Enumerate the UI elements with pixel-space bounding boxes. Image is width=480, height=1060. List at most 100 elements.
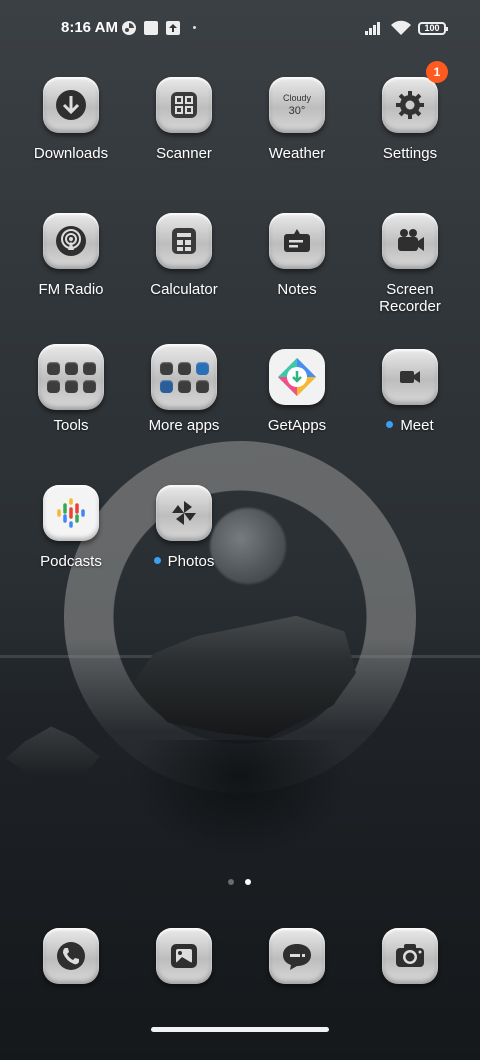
settings-tile[interactable]: 1 [382, 61, 448, 133]
more-notifications-dot [193, 26, 196, 29]
scan-frame-icon [171, 92, 197, 118]
app-podcasts[interactable]: Podcasts [19, 485, 123, 571]
folder-icon [46, 361, 96, 393]
notification-badge: 1 [426, 61, 448, 83]
new-app-dot [386, 420, 394, 428]
page-dot-1[interactable] [228, 879, 234, 885]
getapps-tile[interactable] [269, 349, 325, 405]
calculator-tile[interactable] [156, 213, 212, 269]
status-bar: 8:16 AM 100 [0, 16, 480, 40]
dock-phone[interactable] [43, 928, 99, 984]
gallery-icon [171, 944, 197, 968]
app-label: Notes [277, 281, 317, 298]
podcasts-tile[interactable] [43, 485, 99, 541]
photos-tile[interactable] [156, 485, 212, 541]
folder-mini-app [159, 379, 173, 393]
app-meet[interactable]: Meet [358, 349, 462, 435]
folder-mini-app [82, 379, 96, 393]
scanner-tile[interactable] [156, 77, 212, 133]
folder-more-apps[interactable]: More apps [132, 344, 236, 435]
status-time: 8:16 AM [61, 19, 118, 36]
folder-mini-app [64, 379, 78, 393]
getapps-icon [278, 358, 316, 396]
app-label: Downloads [33, 145, 109, 162]
gallery-tile[interactable] [156, 928, 212, 984]
app-label: Photos [167, 553, 215, 570]
app-label: FM Radio [38, 281, 104, 298]
folder-mini-app [82, 361, 96, 375]
folder-mini-app [177, 379, 191, 393]
messages-tile[interactable] [269, 928, 325, 984]
page-dot-2-active[interactable] [245, 879, 251, 885]
notes-icon [284, 229, 310, 252]
folder-mini-app [195, 379, 209, 393]
app-label: More apps [148, 417, 220, 434]
calculator-icon [172, 228, 196, 254]
wallpaper-reflection [130, 740, 350, 860]
folder-mini-app [64, 361, 78, 375]
dock-camera[interactable] [382, 928, 438, 984]
chat-bubble-icon [283, 944, 311, 970]
app-calculator[interactable]: Calculator [132, 213, 236, 299]
video-camera-icon [398, 229, 424, 251]
app-screen-recorder[interactable]: Screen Recorder [358, 213, 462, 315]
app-label: Weather [268, 145, 326, 162]
downloads-tile[interactable] [43, 77, 99, 133]
battery-icon: 100 [418, 22, 448, 35]
phone-icon [57, 942, 85, 970]
screen-recorder-tile[interactable] [382, 213, 438, 269]
app-label: Scanner [156, 145, 212, 162]
new-app-dot [153, 556, 161, 564]
weather-condition: Cloudy [282, 93, 311, 103]
weather-tile[interactable]: Cloudy 30° [269, 77, 325, 133]
app-scanner[interactable]: Scanner [132, 77, 236, 163]
notes-tile[interactable] [269, 213, 325, 269]
app-fm-radio[interactable]: FM Radio [19, 213, 123, 299]
folder-mini-app [46, 379, 60, 393]
app-label: GetApps [267, 417, 327, 434]
phone-tile[interactable] [43, 928, 99, 984]
app-label-wrap: Meet [358, 417, 462, 435]
app-label: Podcasts [40, 553, 102, 570]
meet-tile[interactable] [382, 349, 438, 405]
app-label: Screen Recorder [379, 281, 441, 315]
wifi-icon [391, 20, 411, 35]
fm-radio-tile[interactable] [43, 213, 99, 269]
folder-mini-app [195, 361, 209, 375]
radio-signal-icon [56, 226, 86, 256]
tools-folder-tile[interactable] [38, 344, 104, 410]
weather-temp: 30° [288, 105, 306, 117]
more-apps-folder-tile[interactable] [151, 344, 217, 410]
app-settings[interactable]: 1 Settings [358, 61, 462, 163]
camera-icon [396, 944, 424, 967]
app-photos[interactable]: Photos [132, 485, 236, 571]
app-downloads[interactable]: Downloads [19, 77, 123, 163]
pinwheel-icon [172, 501, 196, 525]
home-gesture-bar[interactable] [151, 1027, 329, 1032]
video-call-icon [400, 371, 420, 383]
folder-mini-app [177, 361, 191, 375]
gear-icon [396, 91, 424, 119]
app-notification-icon [122, 21, 136, 35]
dock-gallery[interactable] [156, 928, 212, 984]
folder-icon [159, 361, 209, 393]
upload-notification-icon [166, 21, 180, 35]
download-arrow-icon [56, 90, 86, 120]
folder-tools[interactable]: Tools [19, 344, 123, 435]
signal-icon [365, 22, 380, 35]
app-weather[interactable]: Cloudy 30° Weather [245, 77, 349, 163]
app-label: Calculator [150, 281, 218, 298]
app-getapps[interactable]: GetApps [245, 349, 349, 435]
app-label: Settings [382, 145, 438, 162]
square-notification-icon [144, 21, 158, 35]
app-label: Tools [53, 417, 89, 434]
folder-mini-app [46, 361, 60, 375]
weather-icon: Cloudy 30° [283, 92, 311, 118]
app-label-wrap: Photos [132, 553, 236, 571]
dock-messages[interactable] [269, 928, 325, 984]
app-label: Meet [400, 417, 434, 434]
folder-mini-app [159, 361, 173, 375]
camera-tile[interactable] [382, 928, 438, 984]
app-notes[interactable]: Notes [245, 213, 349, 299]
podcasts-icon [57, 498, 85, 528]
